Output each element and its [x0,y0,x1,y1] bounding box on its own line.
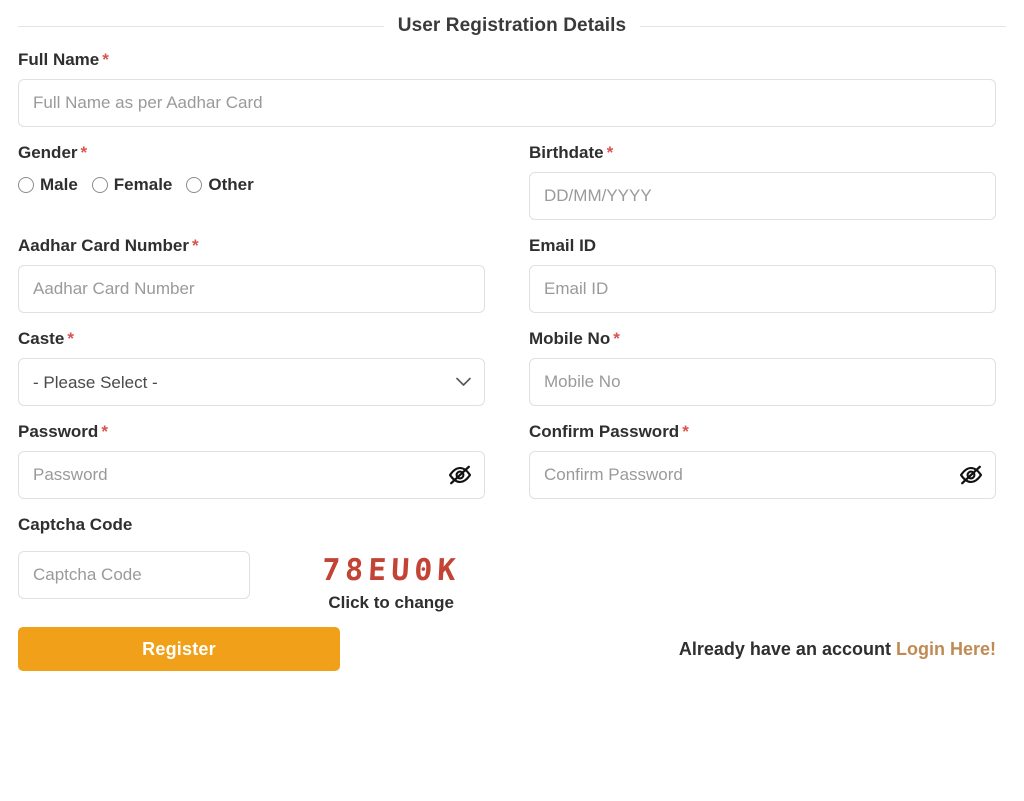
input-wrap-full-name [18,79,996,127]
captcha-code-input[interactable] [18,551,250,599]
label-aadhar-card-number-text: Aadhar Card Number [18,236,189,255]
label-caste: Caste * [18,329,485,349]
field-captcha: Captcha Code 78EU0K Click to change [18,515,996,613]
field-confirm-password: Confirm Password * [529,422,996,499]
field-caste: Caste * - Please Select - [18,329,485,406]
radio-circle-icon [91,177,108,193]
input-wrap-confirm-password [529,451,996,499]
gender-radio-male-label: Male [40,175,78,194]
field-password: Password * [18,422,485,499]
full-name-input[interactable] [18,79,996,127]
field-aadhar-card-number: Aadhar Card Number * [18,236,485,313]
login-prompt: Already have an account Login Here! [679,639,1006,660]
label-birthdate-text: Birthdate [529,143,604,162]
field-gender: Gender * Male Female Other [18,143,485,220]
header-rule-left [18,25,384,27]
required-asterisk-birthdate: * [606,143,614,162]
field-email-id: Email ID [529,236,996,313]
required-asterisk-caste: * [67,329,74,348]
captcha-image-button[interactable]: 78EU0K Click to change [321,551,462,613]
label-captcha-text: Captcha Code [18,515,133,534]
gender-radio-male[interactable]: Male [18,175,78,195]
gender-radio-other[interactable]: Other [186,175,254,195]
register-button[interactable]: Register [18,627,340,671]
email-id-input[interactable] [529,265,996,313]
label-birthdate: Birthdate * [529,143,996,163]
label-confirm-password-text: Confirm Password [529,422,680,441]
registration-form-page: User Registration Details Full Name* Gen… [0,0,1024,801]
label-caste-text: Caste [18,329,65,348]
label-full-name-text: Full Name [18,50,100,69]
radio-circle-icon [186,177,203,193]
field-mobile-no: Mobile No * [529,329,996,406]
form-row-passwords: Password* Confirm Password* [18,422,1006,499]
form-row-full-name: Full Name * [18,50,1006,127]
label-full-name: Full Name * [18,50,996,70]
input-wrap-captcha [18,551,250,599]
label-aadhar-card-number: Aadhar Card Number * [18,236,485,256]
eye-slash-icon[interactable] [958,464,984,486]
form-footer: Register Already have an account Login H… [18,627,1006,671]
field-birthdate: Birthdate * [529,143,996,220]
input-wrap-email [529,265,996,313]
captcha-code-image: 78EU0K [321,553,462,589]
required-asterisk-confirm-password: * [682,422,689,441]
gender-radio-female-label: Female [113,175,173,194]
radio-circle-icon [18,177,34,193]
page-title: User Registration Details [397,15,627,36]
login-prompt-text: Already have an account [678,638,891,659]
section-header: User Registration Details [18,0,1006,36]
label-confirm-password: Confirm Password * [529,422,996,442]
form-row-captcha: Captcha Code 78EU0K Click to change [18,515,1006,613]
label-email-id: Email ID [529,236,996,256]
eye-slash-icon[interactable] [447,464,473,486]
captcha-input-col [18,551,250,599]
input-wrap-mobile [529,358,996,406]
password-input[interactable] [18,451,485,499]
label-gender: Gender * [18,143,485,163]
required-asterisk-password: * [101,422,108,441]
field-full-name: Full Name * [18,50,996,127]
form-row-gender-birthdate: Gender * Male Female Other Birthdate * D… [18,143,1006,220]
label-password-text: Password [18,422,99,441]
required-asterisk-gender: * [80,143,88,162]
input-wrap-aadhar [18,265,485,313]
label-captcha: Captcha Code [18,515,996,535]
form-row-caste-mobile: Caste * - Please Select - Mobile No * [18,329,1006,406]
required-asterisk-full-name: * [102,50,109,69]
caste-select[interactable]: - Please Select - [18,358,485,406]
form-row-aadhar-email: Aadhar Card Number* Email ID [18,236,1006,313]
gender-radio-other-label: Other [208,175,254,194]
required-asterisk-mobile: * [613,329,620,348]
captcha-refresh-hint: Click to change [328,593,454,612]
birthdate-input[interactable] [529,172,996,220]
header-rule-right [640,25,1006,27]
input-wrap-password [18,451,485,499]
label-gender-text: Gender [18,143,78,162]
input-wrap-caste: - Please Select - [18,358,485,406]
mobile-no-input[interactable] [529,358,996,406]
label-email-id-text: Email ID [529,236,597,255]
login-here-link[interactable]: Login Here! [896,639,996,659]
confirm-password-input[interactable] [529,451,996,499]
label-password: Password * [18,422,485,442]
label-mobile-no: Mobile No * [529,329,996,349]
required-asterisk-aadhar: * [191,236,199,255]
gender-radio-group: Male Female Other [18,172,485,198]
aadhar-card-number-input[interactable] [18,265,485,313]
input-wrap-birthdate [529,172,996,220]
gender-radio-female[interactable]: Female [91,175,173,195]
label-mobile-no-text: Mobile No [529,329,611,348]
captcha-row: 78EU0K Click to change [18,551,996,613]
